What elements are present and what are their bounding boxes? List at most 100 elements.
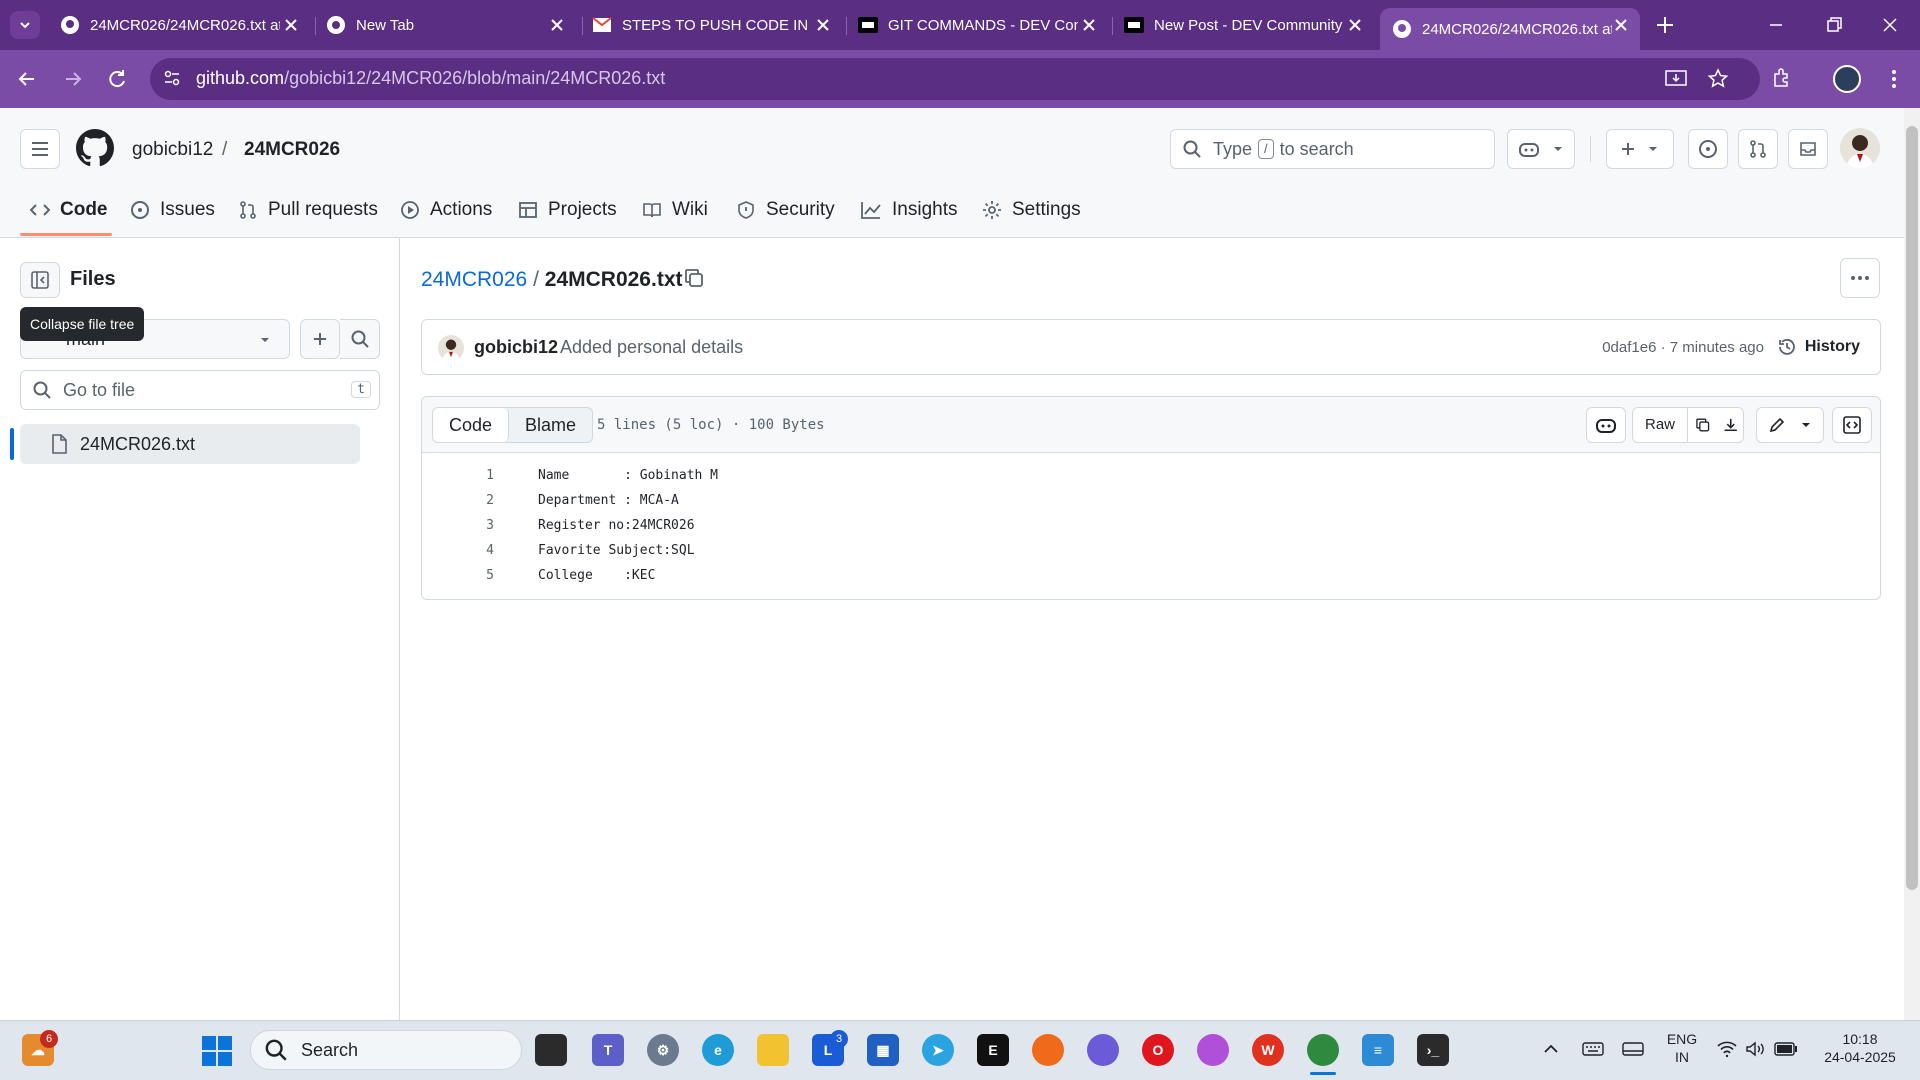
store-icon[interactable]: ▦	[867, 1034, 899, 1066]
download-icon[interactable]	[1722, 415, 1739, 435]
tab-code[interactable]: Code	[30, 190, 108, 230]
issues-button[interactable]	[1688, 129, 1728, 169]
close-icon[interactable]	[548, 16, 566, 34]
bookmark-star-icon[interactable]	[1706, 67, 1730, 91]
display-icon[interactable]	[1622, 1040, 1644, 1058]
pull-requests-button[interactable]	[1738, 129, 1778, 169]
language-indicator[interactable]: ENG IN	[1664, 1030, 1700, 1066]
chrome-icon[interactable]	[1307, 1034, 1339, 1066]
close-window-icon[interactable]	[1876, 12, 1904, 38]
line-number[interactable]: 4	[422, 538, 494, 563]
line-number[interactable]: 3	[422, 513, 494, 538]
tab-settings[interactable]: Settings	[982, 190, 1081, 230]
minimize-icon[interactable]	[1762, 12, 1790, 38]
more-options-button[interactable]	[1840, 258, 1880, 298]
new-tab-icon[interactable]	[1652, 12, 1678, 38]
teams-icon[interactable]: T	[592, 1034, 624, 1066]
history-button[interactable]: History	[1777, 337, 1860, 357]
epic-games-icon[interactable]: E	[977, 1034, 1009, 1066]
github-logo-icon[interactable]	[76, 129, 114, 167]
restore-icon[interactable]	[1820, 12, 1848, 38]
go-to-file-input[interactable]: Go to file t	[20, 370, 380, 410]
tab-insights[interactable]: Insights	[860, 190, 957, 230]
close-icon[interactable]	[1612, 16, 1630, 34]
add-file-button[interactable]	[300, 319, 340, 359]
commit-author[interactable]: gobicbi12	[474, 337, 558, 358]
tab-issues[interactable]: Issues	[130, 190, 215, 230]
tab-actions[interactable]: Actions	[400, 190, 492, 230]
file-tree-item[interactable]: 24MCR026.txt	[20, 424, 360, 464]
copilot-app-icon[interactable]	[1197, 1034, 1229, 1066]
battery-icon[interactable]	[1774, 1042, 1798, 1056]
code-view-button[interactable]: Code	[433, 408, 510, 442]
tab-projects[interactable]: Projects	[518, 190, 617, 230]
global-menu-button[interactable]	[20, 129, 60, 169]
breadcrumb-repo-link[interactable]: 24MCR026	[421, 268, 527, 291]
kebab-menu-icon[interactable]	[1882, 66, 1906, 92]
windows-start-icon[interactable]	[202, 1036, 232, 1066]
copilot-button[interactable]	[1507, 129, 1575, 169]
extensions-icon[interactable]	[1770, 66, 1794, 90]
scrollbar-thumb[interactable]	[1906, 126, 1918, 890]
line-number[interactable]: 1	[422, 463, 494, 488]
symbols-panel-button[interactable]	[1832, 407, 1872, 443]
raw-actions-group: Raw	[1632, 407, 1744, 443]
wps-icon[interactable]: W	[1252, 1034, 1284, 1066]
opera-icon[interactable]: O	[1142, 1034, 1174, 1066]
browser-tab-active[interactable]: 24MCR026/24MCR026.txt at m	[1380, 8, 1640, 50]
tab-pull-requests[interactable]: Pull requests	[238, 190, 378, 230]
chevron-up-icon[interactable]	[1542, 1042, 1560, 1056]
edit-file-button[interactable]	[1756, 407, 1824, 443]
site-info-icon[interactable]	[162, 68, 182, 88]
inbox-button[interactable]	[1788, 129, 1828, 169]
browser-tab[interactable]: 24MCR026/24MCR026.txt at m	[60, 8, 310, 42]
commit-author-avatar[interactable]	[438, 335, 464, 361]
tab-wiki[interactable]: Wiki	[642, 190, 708, 230]
browser-tab[interactable]: New Post - DEV Community	[1124, 8, 1374, 42]
reload-icon[interactable]	[104, 66, 130, 92]
browser-tab[interactable]: STEPS TO PUSH CODE IN GITH	[592, 8, 842, 42]
forward-icon[interactable]	[60, 66, 86, 92]
volume-icon[interactable]	[1744, 1040, 1766, 1058]
commit-message[interactable]: Added personal details	[560, 337, 743, 358]
browser-tab[interactable]: GIT COMMANDS - DEV Comm	[858, 8, 1108, 42]
task-view-icon[interactable]	[535, 1034, 567, 1066]
clock[interactable]: 10:18 24-04-2025	[1814, 1030, 1906, 1066]
raw-button[interactable]: Raw	[1633, 408, 1689, 442]
tab-security[interactable]: Security	[736, 190, 835, 230]
firefox-icon[interactable]	[1032, 1034, 1064, 1066]
line-number[interactable]: 2	[422, 488, 494, 513]
telegram-icon[interactable]: ➤	[922, 1034, 954, 1066]
create-new-button[interactable]	[1606, 129, 1674, 169]
file-explorer-icon[interactable]	[757, 1034, 789, 1066]
back-icon[interactable]	[14, 66, 40, 92]
notepad-icon[interactable]: ≡	[1362, 1034, 1394, 1066]
terminal-icon[interactable]: ›_	[1417, 1034, 1449, 1066]
tab-search-button[interactable]	[10, 11, 40, 39]
search-files-button[interactable]	[340, 319, 380, 359]
wifi-icon[interactable]	[1716, 1040, 1738, 1058]
proton-icon[interactable]	[1087, 1034, 1119, 1066]
browser-tab[interactable]: New Tab	[326, 8, 576, 42]
taskbar-search[interactable]: Search	[250, 1030, 522, 1070]
close-icon[interactable]	[814, 16, 832, 34]
copilot-ask-button[interactable]	[1586, 407, 1626, 443]
blame-view-button[interactable]: Blame	[509, 408, 592, 442]
profile-avatar[interactable]	[1833, 65, 1861, 93]
edge-icon[interactable]: e	[702, 1034, 734, 1066]
copy-icon[interactable]	[682, 266, 706, 290]
repo-link[interactable]: 24MCR026	[244, 139, 340, 161]
close-icon[interactable]	[282, 16, 300, 34]
commit-meta[interactable]: 0daf1e6 · 7 minutes ago	[1602, 339, 1764, 356]
copy-icon[interactable]	[1694, 415, 1711, 435]
line-number[interactable]: 5	[422, 563, 494, 588]
settings-icon[interactable]: ⚙	[647, 1034, 679, 1066]
close-icon[interactable]	[1346, 16, 1364, 34]
collapse-file-tree-button[interactable]	[20, 262, 60, 298]
install-app-icon[interactable]	[1664, 68, 1688, 90]
owner-link[interactable]: gobicbi12	[132, 139, 213, 161]
search-input[interactable]: Type / to search	[1170, 129, 1495, 169]
keyboard-icon[interactable]	[1582, 1040, 1604, 1058]
user-avatar[interactable]	[1840, 128, 1880, 168]
close-icon[interactable]	[1080, 16, 1098, 34]
